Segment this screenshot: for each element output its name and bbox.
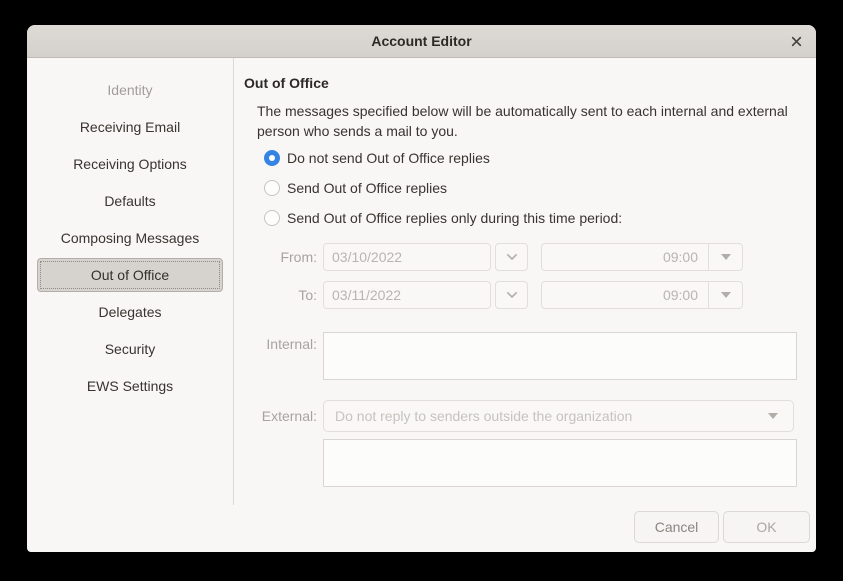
action-bar: Cancel OK [27, 505, 816, 552]
dropdown-arrow-icon [768, 413, 778, 419]
sidebar: Identity Receiving Email Receiving Optio… [27, 58, 234, 505]
sidebar-item-security[interactable]: Security [37, 332, 223, 366]
chevron-down-icon [506, 291, 518, 299]
dropdown-arrow-icon [721, 292, 731, 298]
radio-option-send-replies-time-period[interactable]: Send Out of Office replies only during t… [264, 203, 798, 233]
screen-background: Account Editor Identity Receiving Email … [0, 0, 843, 581]
internal-message-textarea[interactable] [323, 332, 797, 380]
chevron-down-icon [506, 253, 518, 261]
internal-label: Internal: [244, 336, 317, 352]
radio-label: Do not send Out of Office replies [287, 150, 490, 166]
radio-label: Send Out of Office replies only during t… [287, 210, 622, 226]
ok-button[interactable]: OK [723, 511, 810, 543]
from-time-value: 09:00 [542, 244, 708, 270]
radio-option-do-not-send[interactable]: Do not send Out of Office replies [264, 143, 798, 173]
radio-indicator [264, 210, 280, 226]
radio-indicator [264, 180, 280, 196]
sidebar-item-defaults[interactable]: Defaults [37, 184, 223, 218]
to-time-value: 09:00 [542, 282, 708, 308]
page-title: Out of Office [244, 75, 798, 91]
to-date-dropdown-button[interactable] [495, 281, 528, 309]
to-time-combo[interactable]: 09:00 [541, 281, 743, 309]
external-row: External: Do not reply to senders outsid… [244, 400, 798, 432]
radio-label: Send Out of Office replies [287, 180, 447, 196]
to-time-dropdown-button[interactable] [708, 282, 742, 308]
radio-indicator-selected [264, 150, 280, 166]
radio-option-send-replies[interactable]: Send Out of Office replies [264, 173, 798, 203]
from-label: From: [244, 249, 317, 265]
sidebar-item-composing-messages[interactable]: Composing Messages [37, 221, 223, 255]
external-label: External: [244, 408, 317, 424]
from-time-dropdown-button[interactable] [708, 244, 742, 270]
cancel-button[interactable]: Cancel [634, 511, 719, 543]
sidebar-item-receiving-email[interactable]: Receiving Email [37, 110, 223, 144]
dialog-body: Identity Receiving Email Receiving Optio… [27, 58, 816, 505]
oof-state-radio-group: Do not send Out of Office replies Send O… [244, 143, 798, 233]
description-text: The messages specified below will be aut… [257, 101, 797, 141]
from-date-input[interactable] [323, 243, 491, 271]
internal-row: Internal: [244, 332, 798, 380]
external-message-textarea[interactable] [323, 439, 797, 487]
to-row: To: 09:00 [244, 281, 798, 309]
to-label: To: [244, 287, 317, 303]
to-date-input[interactable] [323, 281, 491, 309]
window-title: Account Editor [371, 33, 471, 49]
from-date-dropdown-button[interactable] [495, 243, 528, 271]
external-reply-combo[interactable]: Do not reply to senders outside the orga… [323, 400, 794, 432]
titlebar[interactable]: Account Editor [27, 25, 816, 58]
sidebar-item-receiving-options[interactable]: Receiving Options [37, 147, 223, 181]
external-combo-value: Do not reply to senders outside the orga… [324, 408, 768, 424]
from-row: From: 09:00 [244, 243, 798, 271]
external-message-row [244, 439, 798, 487]
close-icon [791, 36, 802, 47]
sidebar-item-identity: Identity [37, 73, 223, 107]
sidebar-item-ews-settings[interactable]: EWS Settings [37, 369, 223, 403]
close-button[interactable] [783, 25, 809, 57]
out-of-office-panel: Out of Office The messages specified bel… [234, 58, 816, 505]
account-editor-window: Account Editor Identity Receiving Email … [27, 25, 816, 552]
sidebar-item-delegates[interactable]: Delegates [37, 295, 223, 329]
dropdown-arrow-icon [721, 254, 731, 260]
from-time-combo[interactable]: 09:00 [541, 243, 743, 271]
sidebar-item-out-of-office[interactable]: Out of Office [37, 258, 223, 292]
